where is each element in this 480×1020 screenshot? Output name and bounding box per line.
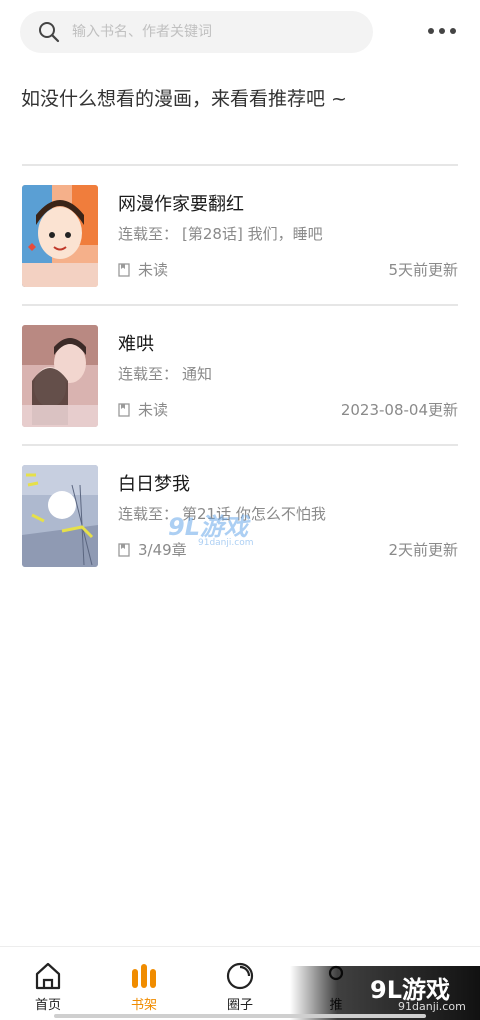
home-indicator[interactable] bbox=[54, 1014, 426, 1018]
read-status: 未读 bbox=[118, 259, 168, 280]
update-text: [第28话] 我们，睡吧 bbox=[182, 225, 323, 243]
corner-watermark: 9L游戏 91danji.com bbox=[290, 966, 480, 1020]
read-status-text: 未读 bbox=[138, 401, 169, 419]
bookmark-icon bbox=[118, 262, 130, 277]
book-cover[interactable] bbox=[22, 325, 98, 427]
more-button[interactable] bbox=[420, 18, 464, 44]
book-update: 连载至： [第28话] 我们，睡吧 bbox=[118, 223, 323, 244]
tab-label: 首页 bbox=[34, 998, 61, 1013]
watermark-logo: 9L游戏 bbox=[168, 513, 248, 541]
tab-label: 书架 bbox=[130, 998, 157, 1013]
search-bar[interactable] bbox=[20, 11, 373, 53]
book-cover[interactable] bbox=[22, 185, 98, 287]
update-prefix: 连载至： bbox=[118, 365, 179, 383]
home-icon bbox=[35, 962, 61, 990]
book-update: 连载至： 通知 bbox=[118, 363, 212, 384]
watermark: 9L游戏 91danji.com bbox=[168, 507, 253, 548]
book-item[interactable]: 网漫作家要翻红 连载至： [第28话] 我们，睡吧 未读 5天前更新 bbox=[22, 164, 458, 304]
book-item[interactable]: 难哄 连载至： 通知 未读 2023-08-04更新 bbox=[22, 304, 458, 444]
recommend-prompt[interactable]: 如没什么想看的漫画，来看看推荐吧 ~ bbox=[21, 84, 347, 111]
read-status-text: 未读 bbox=[138, 261, 169, 279]
tab-circle[interactable]: 圈子 bbox=[192, 947, 288, 1020]
watermark-url: 91danji.com bbox=[198, 538, 254, 548]
read-status: 未读 bbox=[118, 399, 168, 420]
book-title: 难哄 bbox=[118, 334, 154, 355]
book-cover[interactable] bbox=[22, 465, 98, 567]
update-text: 通知 bbox=[182, 365, 213, 383]
bookmark-icon bbox=[118, 542, 130, 557]
search-icon bbox=[39, 22, 60, 43]
watermark-url: 91danji.com bbox=[398, 1000, 466, 1013]
search-input[interactable] bbox=[72, 11, 362, 53]
book-title: 网漫作家要翻红 bbox=[118, 194, 244, 215]
more-dots-icon bbox=[428, 28, 434, 34]
tab-label: 圈子 bbox=[226, 998, 253, 1013]
bookshelf-icon bbox=[132, 964, 156, 988]
updated-time: 2023-08-04更新 bbox=[340, 401, 458, 419]
circle-icon bbox=[226, 962, 254, 990]
tab-bookshelf[interactable]: 书架 bbox=[96, 947, 192, 1020]
bookmark-icon bbox=[118, 402, 130, 417]
updated-time: 2天前更新 bbox=[388, 541, 458, 559]
updated-time: 5天前更新 bbox=[388, 261, 458, 279]
update-prefix: 连载至： bbox=[118, 225, 179, 243]
book-title: 白日梦我 bbox=[118, 474, 190, 495]
tab-home[interactable]: 首页 bbox=[0, 947, 96, 1020]
